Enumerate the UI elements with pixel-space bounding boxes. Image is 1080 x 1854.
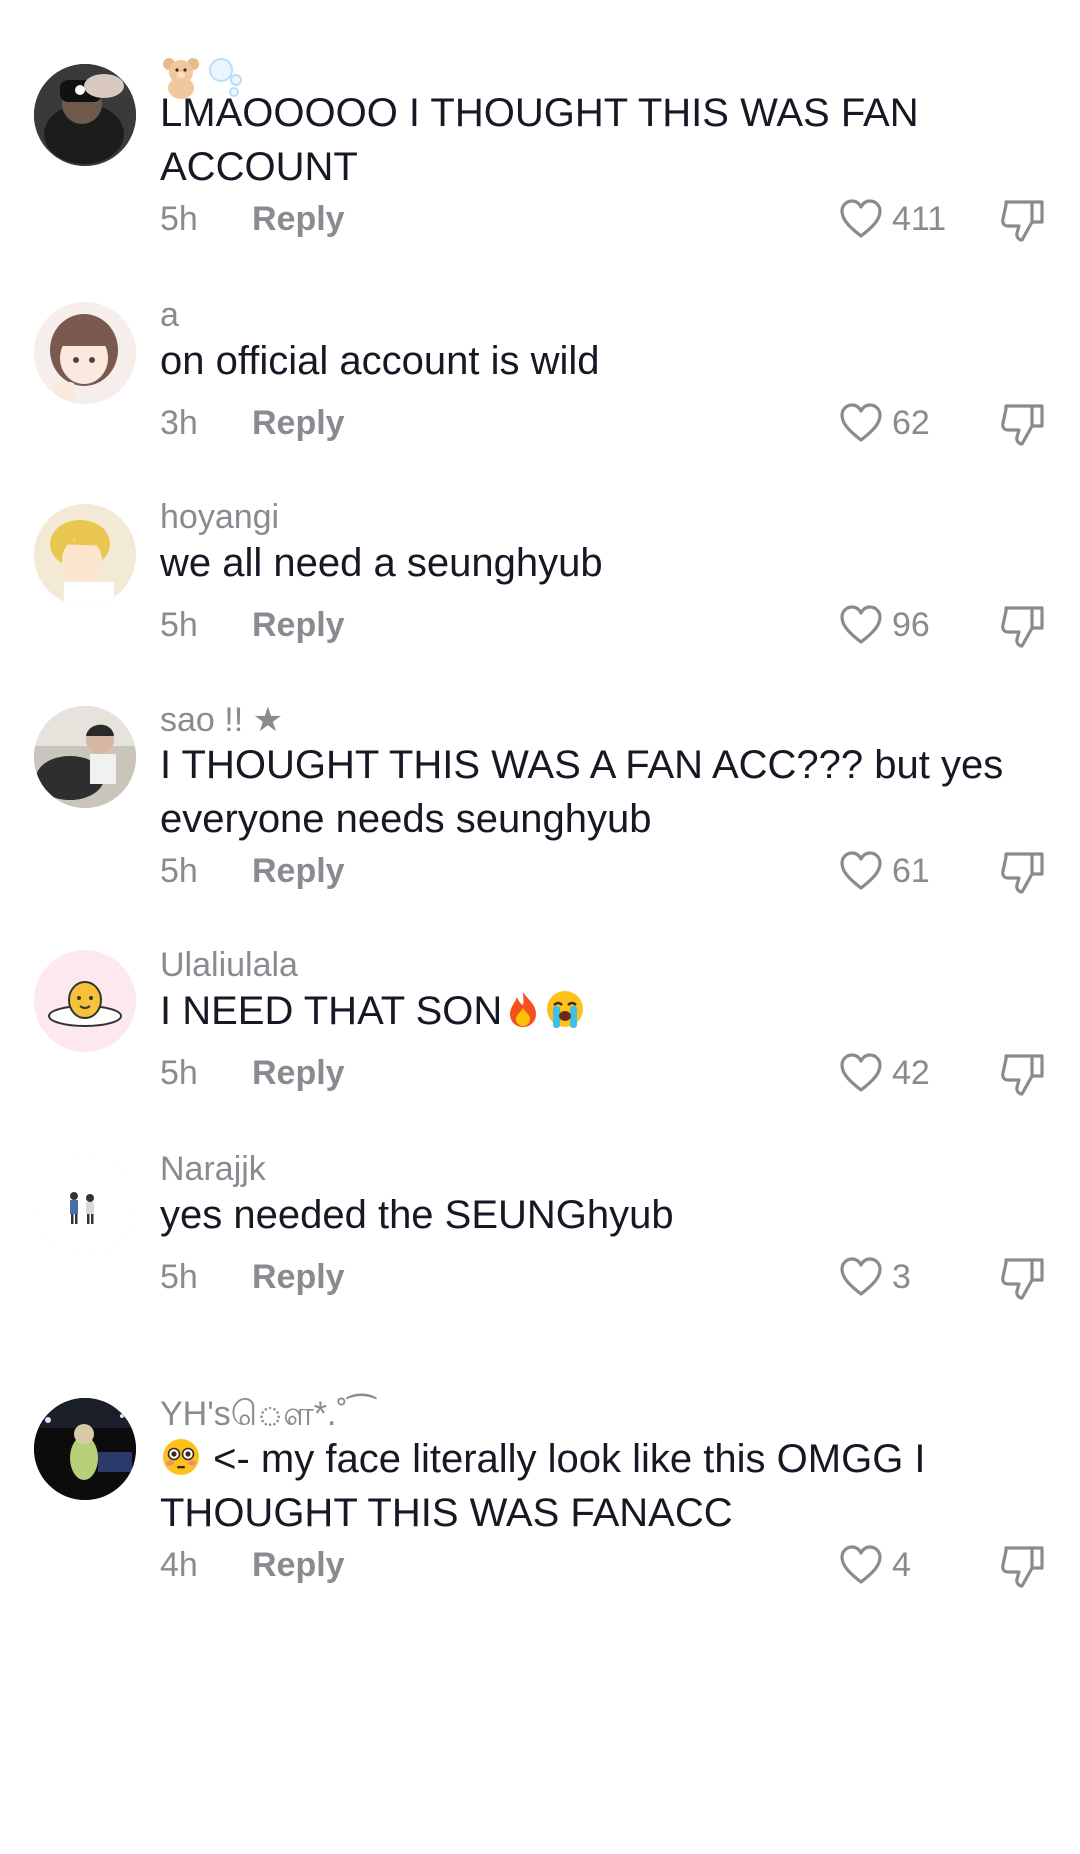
like-button[interactable]: 42 xyxy=(838,1050,930,1096)
comment-time: 3h xyxy=(160,404,198,442)
reply-button[interactable]: Reply xyxy=(252,404,345,443)
like-button[interactable]: 4 xyxy=(838,1542,911,1588)
fire-emoji xyxy=(502,988,544,1030)
like-count: 42 xyxy=(892,1053,930,1092)
reply-button[interactable]: Reply xyxy=(252,1054,345,1093)
like-count: 3 xyxy=(892,1257,911,1296)
comment-time: 5h xyxy=(160,852,198,890)
dislike-button[interactable] xyxy=(998,1542,1050,1592)
comment-time: 5h xyxy=(160,606,198,644)
thumbs-down-icon xyxy=(1001,1258,1044,1300)
reply-button[interactable]: Reply xyxy=(252,1258,345,1297)
like-button[interactable]: 96 xyxy=(838,602,930,648)
comment-time: 5h xyxy=(160,1054,198,1092)
heart-icon xyxy=(840,1053,882,1092)
dislike-button[interactable] xyxy=(998,1254,1050,1304)
username[interactable]: Narajjk xyxy=(160,1150,266,1189)
loudly-crying-emoji xyxy=(544,988,586,1030)
like-button[interactable]: 62 xyxy=(838,400,930,446)
like-button[interactable]: 61 xyxy=(838,848,930,894)
like-count: 96 xyxy=(892,605,930,644)
comment-text: LMAOOOOO I THOUGHT THIS WAS FAN ACCOUNT xyxy=(160,91,919,189)
comment-text: yes needed the SEUNGhyub xyxy=(160,1193,674,1237)
dislike-button[interactable] xyxy=(998,1050,1050,1100)
avatar[interactable] xyxy=(34,1154,136,1256)
thumbs-down-icon xyxy=(1001,404,1044,446)
comment-text: we all need a seunghyub xyxy=(160,541,603,585)
thumbs-down-icon xyxy=(1001,852,1044,894)
thumbs-down-icon xyxy=(1001,606,1044,648)
reply-button[interactable]: Reply xyxy=(252,1546,345,1585)
heart-icon xyxy=(840,1257,882,1296)
avatar[interactable] xyxy=(34,706,136,808)
username[interactable]: sao !! ★ xyxy=(160,700,283,740)
like-button[interactable]: 411 xyxy=(838,196,946,242)
avatar[interactable] xyxy=(34,950,136,1052)
like-count: 62 xyxy=(892,403,930,442)
heart-icon xyxy=(840,605,882,644)
heart-icon xyxy=(840,1545,882,1584)
reply-button[interactable]: Reply xyxy=(252,852,345,891)
dislike-button[interactable] xyxy=(998,196,1050,246)
comment-text-body: <- my face literally look like this OMGG… xyxy=(160,1437,926,1535)
like-count: 4 xyxy=(892,1545,911,1584)
dislike-button[interactable] xyxy=(998,400,1050,450)
heart-icon xyxy=(840,199,882,238)
reply-button[interactable]: Reply xyxy=(252,200,345,239)
username[interactable]: hoyangi xyxy=(160,498,279,537)
reply-button[interactable]: Reply xyxy=(252,606,345,645)
comment-text-body: I NEED THAT SON xyxy=(160,989,503,1033)
comment-text: on official account is wild xyxy=(160,339,600,383)
heart-icon xyxy=(840,851,882,890)
flushed-face-emoji xyxy=(160,1436,202,1478)
avatar[interactable] xyxy=(34,64,136,166)
dislike-button[interactable] xyxy=(998,602,1050,652)
avatar[interactable] xyxy=(34,1398,136,1500)
comment-text: <- my face literally look like this OMGG… xyxy=(160,1432,1060,1540)
thumbs-down-icon xyxy=(1001,1546,1044,1588)
comment-time: 4h xyxy=(160,1546,198,1584)
like-count: 61 xyxy=(892,851,930,890)
comment-text: I NEED THAT SON xyxy=(160,984,1060,1038)
comment-time: 5h xyxy=(160,1258,198,1296)
heart-icon xyxy=(840,403,882,442)
username[interactable]: a xyxy=(160,296,179,335)
username[interactable]: Ulaliulala xyxy=(160,946,298,985)
comment-text: I THOUGHT THIS WAS A FAN ACC??? but yes … xyxy=(160,743,1004,841)
dislike-button[interactable] xyxy=(998,848,1050,898)
avatar[interactable] xyxy=(34,504,136,606)
like-count: 411 xyxy=(892,199,947,238)
comment-time: 5h xyxy=(160,200,198,238)
like-button[interactable]: 3 xyxy=(838,1254,911,1300)
thumbs-down-icon xyxy=(1001,1054,1044,1096)
thumbs-down-icon xyxy=(1001,200,1044,242)
avatar[interactable] xyxy=(34,302,136,404)
